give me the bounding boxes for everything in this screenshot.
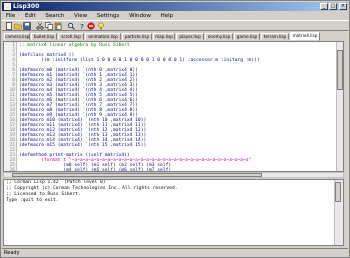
menu-bar: File Edit Search View Settings Window He… [2,12,348,20]
toolbar: ? [2,20,348,31]
tab-map[interactable]: map.lisp [153,33,175,40]
scroll-thumb[interactable] [12,173,262,177]
tab-particle[interactable]: particle.lisp [122,33,152,40]
window-title: Lisp300 [13,3,40,10]
file-tabs: camera.lisp bullet.lisp scroll.lisp anim… [2,32,348,41]
lisp-listener[interactable]: ;; Corman Lisp 1.42 (Patch level 0) ;; C… [3,179,344,246]
stop-icon[interactable] [87,22,95,30]
status-bar: Ready [2,248,348,257]
title-bar: Lisp300 _ □ × [2,2,348,11]
editor-vertical-scrollbar[interactable] [336,42,343,171]
editor-horizontal-scrollbar[interactable] [3,172,344,178]
app-icon [4,3,11,10]
copy-icon[interactable] [45,22,53,30]
tab-enemy[interactable]: enemy.lisp [205,33,233,40]
new-file-icon[interactable] [5,22,13,30]
minimize-button[interactable]: _ [320,3,328,10]
tab-camera[interactable]: camera.lisp [4,33,30,40]
svg-text:?: ? [80,23,84,30]
menu-window[interactable]: Window [129,13,151,19]
menu-search[interactable]: Search [45,13,64,19]
tab-scroll[interactable]: scroll.lisp [58,33,84,40]
menu-file[interactable]: File [6,13,15,19]
tab-game[interactable]: game.lisp [234,33,260,40]
scroll-thumb[interactable] [337,50,343,90]
tab-animation[interactable]: animation.lisp [85,33,121,40]
tab-matrix4[interactable]: matrix4.lisp [290,32,320,41]
save-icon[interactable] [23,22,31,30]
code-editor[interactable]: 1;; matrix4 linear algebra by Russ Siber… [3,41,344,172]
help-icon[interactable]: ? [78,22,86,30]
close-button[interactable]: × [339,3,347,10]
open-folder-icon[interactable] [14,22,22,30]
menu-help[interactable]: Help [161,13,174,19]
find-icon[interactable] [67,22,75,30]
scroll-thumb[interactable] [335,182,341,202]
listener-line: Type :quit to exit. [6,198,59,203]
cut-icon[interactable] [36,22,44,30]
lightbulb-icon[interactable] [97,22,105,30]
app-window: Lisp300 _ □ × File Edit Search View Sett… [0,0,350,258]
paste-icon[interactable] [54,22,62,30]
menu-settings[interactable]: Settings [97,13,120,19]
listener-vertical-scrollbar[interactable] [334,180,343,245]
maximize-button[interactable]: □ [329,3,337,10]
menu-edit[interactable]: Edit [25,13,36,19]
tab-player[interactable]: player.lisp [176,33,204,40]
tab-bullet[interactable]: bullet.lisp [31,33,57,40]
tab-terrain[interactable]: terrain.lisp [261,33,289,40]
menu-view[interactable]: View [74,13,87,19]
